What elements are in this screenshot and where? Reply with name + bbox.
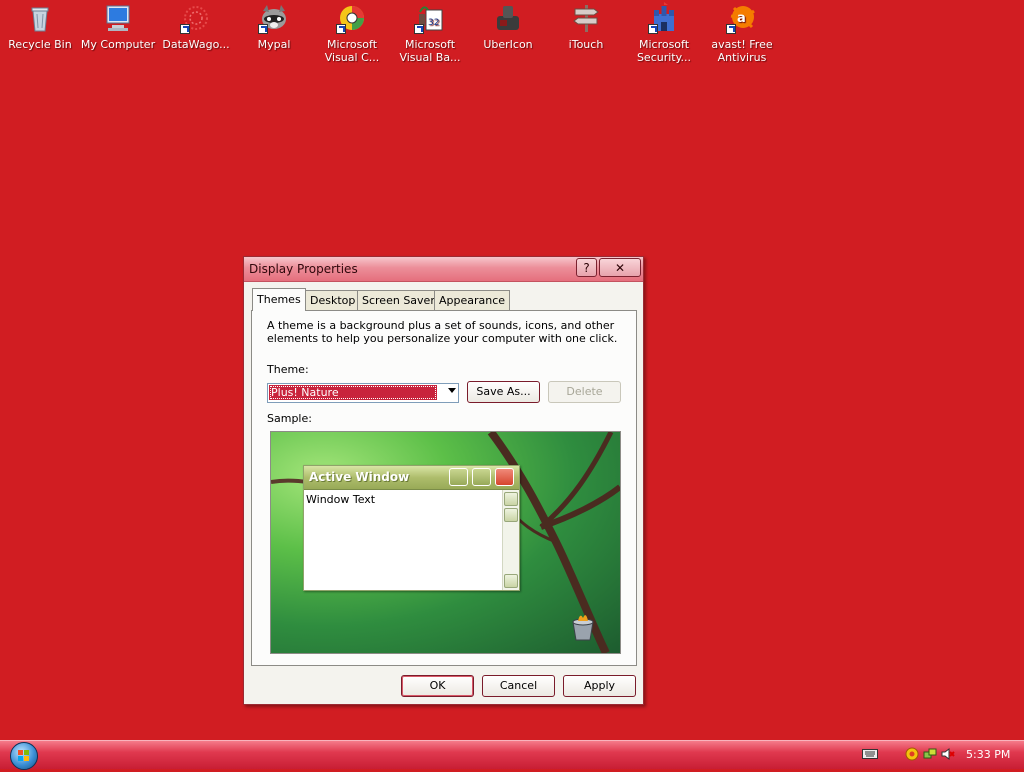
- mypal-raccoon-icon: [258, 2, 290, 34]
- ubericon-icon: [492, 2, 524, 34]
- close-icon: ✕: [614, 261, 626, 275]
- sample-window-titlebar: Active Window: [304, 466, 519, 490]
- desktop-icon-label: iTouch: [568, 38, 604, 51]
- start-button[interactable]: [10, 742, 38, 770]
- sample-active-window: Active Window Window Text: [303, 465, 520, 591]
- help-icon: ?: [583, 261, 590, 275]
- theme-select[interactable]: Plus! Nature: [267, 383, 459, 403]
- svg-text:32: 32: [428, 18, 439, 28]
- taskbar: 5:33 PM: [0, 740, 1024, 770]
- theme-select-value: Plus! Nature: [269, 385, 437, 400]
- scroll-down-icon: [504, 574, 518, 588]
- shortcut-arrow-icon: [180, 24, 190, 34]
- delete-button: Delete: [548, 381, 621, 403]
- desktop-icon-label: Mypal: [257, 38, 291, 51]
- desktop-icon-my-computer[interactable]: My Computer: [79, 2, 157, 51]
- dialog-title: Display Properties: [249, 262, 358, 276]
- scroll-thumb: [504, 508, 518, 522]
- datawagon-icon: [180, 2, 212, 34]
- signpost-icon: [570, 2, 602, 34]
- desktop-icon-label: avast! Free Antivirus: [711, 38, 773, 64]
- keyboard-icon[interactable]: [862, 747, 878, 761]
- tab-screen-saver[interactable]: Screen Saver: [357, 290, 440, 310]
- avast-icon: a: [726, 2, 758, 34]
- desktop-icon-label: Microsoft Visual Ba...: [399, 38, 461, 64]
- cancel-button[interactable]: Cancel: [482, 675, 555, 697]
- tab-themes[interactable]: Themes: [252, 288, 306, 311]
- display-properties-dialog: Display Properties ? ✕ Themes Desktop Sc…: [243, 256, 644, 705]
- shortcut-arrow-icon: [648, 24, 658, 34]
- security-castle-icon: [648, 2, 680, 34]
- maximize-icon: [472, 468, 491, 486]
- desktop-icon-label: Recycle Bin: [8, 38, 72, 51]
- desktop-icon-visual-basic[interactable]: 32 Microsoft Visual Ba...: [391, 2, 469, 64]
- tab-appearance[interactable]: Appearance: [434, 290, 511, 310]
- theme-description: A theme is a background plus a set of so…: [267, 319, 618, 345]
- apply-button[interactable]: Apply: [563, 675, 636, 697]
- desktop-icon-visual-c[interactable]: Microsoft Visual C...: [313, 2, 391, 64]
- svg-text:a: a: [737, 11, 746, 26]
- sample-window-title: Active Window: [309, 470, 410, 484]
- theme-sample-preview: Active Window Window Text: [270, 431, 621, 654]
- desktop-icon-itouch[interactable]: iTouch: [547, 2, 625, 51]
- scroll-up-icon: [504, 492, 518, 506]
- sample-label: Sample:: [267, 412, 312, 425]
- shortcut-arrow-icon: [414, 24, 424, 34]
- save-as-button[interactable]: Save As...: [467, 381, 540, 403]
- windows-logo-icon: [18, 750, 29, 761]
- close-button[interactable]: ✕: [599, 258, 641, 277]
- desktop-icon-avast[interactable]: a avast! Free Antivirus: [703, 2, 781, 64]
- ok-button[interactable]: OK: [401, 675, 474, 697]
- sample-scrollbar: [502, 490, 519, 590]
- shortcut-arrow-icon: [258, 24, 268, 34]
- desktop-icon-label: Microsoft Security...: [636, 38, 692, 64]
- recycle-bin-icon: [572, 615, 594, 641]
- desktop-icon-recycle-bin[interactable]: Recycle Bin: [1, 2, 79, 51]
- desktop-icon-datawagon[interactable]: DataWago...: [157, 2, 235, 51]
- desktop-icon-label: My Computer: [80, 38, 156, 51]
- visual-c-icon: [336, 2, 368, 34]
- dialog-titlebar[interactable]: Display Properties ? ✕: [244, 257, 643, 282]
- computer-icon: [102, 2, 134, 34]
- volume-muted-icon[interactable]: [941, 747, 955, 761]
- theme-label: Theme:: [267, 363, 309, 376]
- desktop-icon-microsoft-security[interactable]: Microsoft Security...: [625, 2, 703, 64]
- minimize-icon: [449, 468, 468, 486]
- desktop-icon-label: UberIcon: [483, 38, 533, 51]
- taskbar-clock[interactable]: 5:33 PM: [966, 748, 1010, 761]
- desktop-icon-label: Microsoft Visual C...: [324, 38, 380, 64]
- visual-basic-icon: 32: [414, 2, 446, 34]
- desktop-icon-mypal[interactable]: Mypal: [235, 2, 313, 51]
- close-icon: [495, 468, 514, 486]
- desktop-icon-ubericon[interactable]: UberIcon: [469, 2, 547, 51]
- shortcut-arrow-icon: [336, 24, 346, 34]
- tab-desktop[interactable]: Desktop: [305, 290, 361, 310]
- desktop-icon-label: DataWago...: [162, 38, 230, 51]
- help-button[interactable]: ?: [576, 258, 597, 277]
- themes-panel: A theme is a background plus a set of so…: [251, 310, 637, 666]
- browser-icon[interactable]: [905, 747, 919, 761]
- shortcut-arrow-icon: [726, 24, 736, 34]
- dropdown-arrow-icon[interactable]: [448, 388, 456, 393]
- network-icon[interactable]: [923, 747, 937, 761]
- sample-window-text: Window Text: [306, 493, 376, 506]
- recycle-bin-icon: [24, 2, 56, 34]
